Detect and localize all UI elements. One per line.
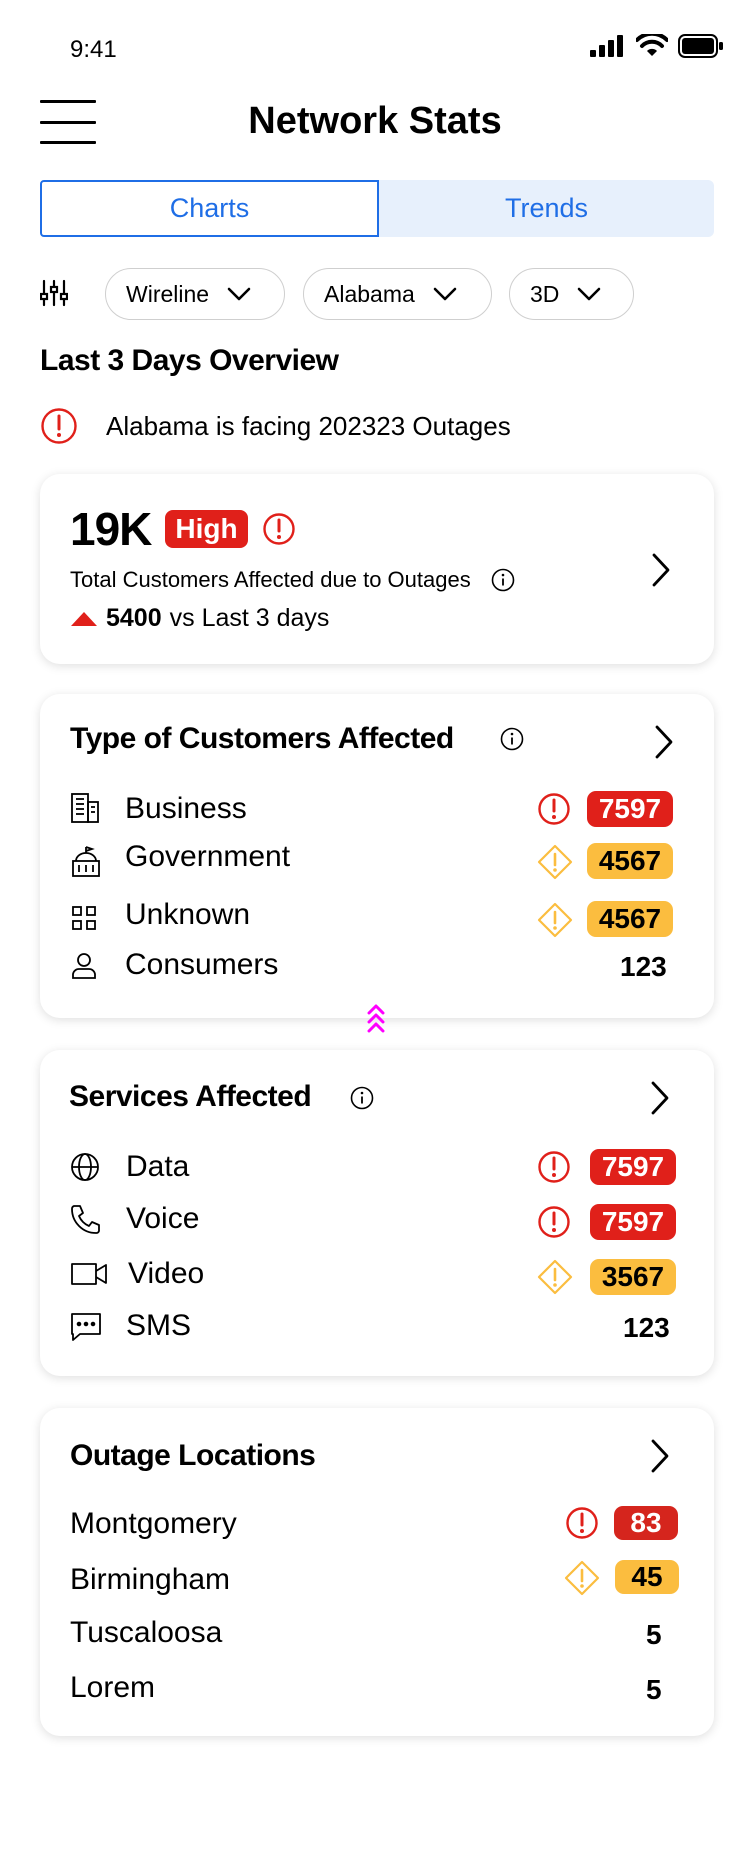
info-icon[interactable] [500, 727, 524, 751]
chevron-down-icon [578, 287, 601, 301]
service-value: 123 [623, 1312, 670, 1343]
total-customers-value: 19K [70, 503, 152, 555]
globe-icon [71, 1153, 99, 1181]
alert-text: Alabama is facing 202323 Outages [106, 410, 511, 441]
phone-icon [71, 1205, 100, 1234]
warning-icon [537, 844, 573, 880]
alert-icon [538, 793, 570, 825]
alert-icon [262, 513, 295, 545]
customer-type-label: Business [125, 792, 247, 825]
person-icon [72, 953, 96, 979]
chevron-right-icon[interactable] [654, 724, 674, 760]
alert-icon [566, 1507, 598, 1539]
page-title: Network Stats [248, 100, 502, 142]
grid-icon [72, 906, 96, 930]
outage-locations-title: Outage Locations [70, 1439, 316, 1472]
filter-period-dropdown[interactable]: 3D [509, 268, 634, 320]
sliders-icon[interactable] [39, 279, 69, 312]
customer-type-value: 4567 [587, 901, 673, 937]
services-card[interactable]: Services Affected Data 7597 Voice 7597 V… [40, 1050, 714, 1376]
filter-label: Alabama [324, 280, 415, 307]
chevron-right-icon[interactable] [650, 1080, 670, 1116]
warning-icon [537, 902, 573, 938]
location-label: Montgomery [70, 1507, 237, 1540]
customer-type-label: Government [125, 840, 291, 873]
filter-wireline-dropdown[interactable]: Wireline [105, 268, 285, 320]
info-icon[interactable] [491, 568, 515, 592]
location-value: 5 [646, 1674, 662, 1705]
customer-type-label: Unknown [125, 898, 251, 931]
outage-alert: Alabama is facing 202323 Outages [40, 407, 511, 445]
filter-state-dropdown[interactable]: Alabama [303, 268, 492, 320]
service-label: Voice [126, 1202, 200, 1235]
chat-icon [71, 1313, 101, 1341]
customer-type-label: Consumers [125, 948, 279, 981]
severity-badge: High [165, 510, 248, 548]
tab-charts[interactable]: Charts [40, 180, 379, 237]
service-value: 3567 [590, 1259, 676, 1295]
tab-trends[interactable]: Trends [379, 180, 714, 237]
signal-icon [590, 35, 623, 57]
overview-title: Last 3 Days Overview [40, 344, 339, 377]
service-value: 7597 [590, 1149, 676, 1185]
total-customers-label: Total Customers Affected due to Outages [70, 567, 471, 592]
building-icon [71, 793, 99, 823]
status-time: 9:41 [70, 36, 117, 63]
battery-icon [678, 34, 723, 58]
chevron-right-icon[interactable] [651, 552, 671, 588]
chevron-right-icon[interactable] [650, 1438, 670, 1474]
info-icon[interactable] [350, 1086, 374, 1110]
service-label: Video [128, 1257, 205, 1290]
customer-types-card[interactable]: Type of Customers Affected Business 7597… [40, 694, 714, 1018]
alert-icon [538, 1206, 570, 1238]
alert-icon [538, 1151, 570, 1183]
tab-bar: Charts Trends [40, 180, 714, 237]
total-customers-card[interactable]: 19K High Total Customers Affected due to… [40, 474, 714, 664]
delta-value: 5400 [106, 604, 162, 632]
customer-type-value: 123 [620, 951, 667, 982]
location-value: 5 [646, 1619, 662, 1650]
location-label: Birmingham [70, 1563, 231, 1596]
chevron-down-icon [227, 287, 251, 301]
alert-icon [41, 408, 77, 444]
status-icons [590, 34, 724, 58]
location-value: 83 [614, 1506, 678, 1540]
trend-up-icon [71, 611, 97, 626]
warning-icon [537, 1259, 573, 1295]
service-value: 7597 [590, 1204, 676, 1240]
warning-icon [564, 1560, 600, 1596]
outage-locations-card[interactable]: Outage Locations Montgomery 83 Birmingha… [40, 1408, 714, 1736]
service-label: Data [126, 1150, 190, 1183]
location-value: 45 [615, 1560, 679, 1594]
filter-label: Wireline [126, 280, 210, 307]
delta-text: vs Last 3 days [169, 604, 330, 632]
chevron-down-icon [433, 287, 457, 301]
wifi-icon [636, 34, 668, 56]
service-label: SMS [126, 1309, 192, 1342]
government-icon [72, 846, 100, 877]
customer-types-title: Type of Customers Affected [70, 722, 454, 755]
location-label: Lorem [70, 1671, 156, 1704]
filter-label: 3D [530, 280, 560, 307]
drag-handle-icon[interactable] [366, 1003, 386, 1037]
services-title: Services Affected [69, 1080, 312, 1113]
video-camera-icon [71, 1263, 107, 1285]
customer-type-value: 7597 [587, 791, 673, 827]
customer-type-value: 4567 [587, 843, 673, 879]
location-label: Tuscaloosa [70, 1616, 223, 1649]
